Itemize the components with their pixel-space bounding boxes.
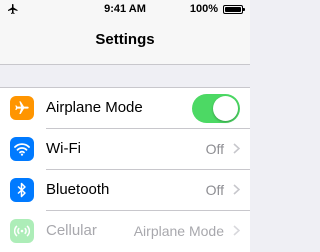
settings-row-value: Off	[205, 182, 224, 198]
settings-row-label: Wi-Fi	[46, 140, 81, 157]
page-title: Settings	[95, 31, 155, 48]
bluetooth-icon	[10, 178, 34, 202]
airplane-icon	[10, 96, 34, 120]
cellular-icon	[10, 219, 34, 243]
settings-row-wifi[interactable]: Wi-Fi Off	[0, 129, 250, 170]
settings-row-label: Cellular	[46, 222, 97, 239]
settings-row-bluetooth[interactable]: Bluetooth Off	[0, 170, 250, 211]
battery-percentage: 100%	[189, 3, 218, 15]
status-bar: 9:41 AM 100%	[0, 0, 250, 20]
settings-row-airplane-mode[interactable]: Airplane Mode	[0, 88, 250, 129]
navigation-bar: Settings	[0, 20, 250, 65]
chevron-right-icon	[233, 184, 240, 195]
settings-group: Airplane Mode Wi-Fi Off Bluetooth Off Ce…	[0, 87, 250, 252]
toggle-knob	[213, 96, 238, 121]
settings-row-value: Off	[205, 141, 224, 157]
chevron-right-icon	[233, 225, 240, 236]
settings-row-value: Airplane Mode	[133, 223, 224, 239]
wifi-icon	[10, 137, 34, 161]
airplane-mode-toggle[interactable]	[192, 94, 240, 123]
settings-row-cellular[interactable]: Cellular Airplane Mode	[0, 211, 250, 252]
battery-icon	[223, 5, 245, 14]
chevron-right-icon	[233, 143, 240, 154]
settings-row-label: Bluetooth	[46, 181, 110, 198]
settings-row-label: Airplane Mode	[46, 99, 143, 116]
